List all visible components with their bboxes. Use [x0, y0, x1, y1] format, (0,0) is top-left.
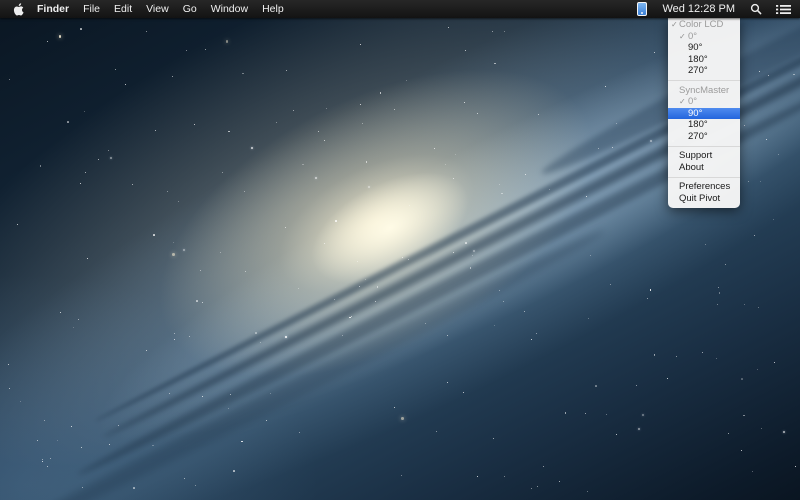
menu-item-color-lcd-270deg[interactable]: 270° — [668, 65, 740, 77]
menu-item-display-color-lcd: ✓Color LCD — [668, 19, 740, 31]
menubar-right: Wed 12:28 PM — [630, 0, 800, 18]
menubar-app-finder[interactable]: Finder — [30, 0, 76, 18]
menu-item-quit-pivot[interactable]: Quit Pivot — [668, 193, 740, 205]
menu-item-label: 270° — [688, 65, 708, 76]
apple-icon — [13, 3, 24, 16]
menubar-item-help[interactable]: Help — [255, 0, 291, 18]
menu-item-label: 0° — [688, 96, 697, 107]
menu-item-display-syncmaster: SyncMaster — [668, 85, 740, 97]
checkmark-icon: ✓ — [679, 31, 686, 43]
clock-menu-extra[interactable]: Wed 12:28 PM — [654, 0, 743, 18]
menu-item-color-lcd-180deg[interactable]: 180° — [668, 54, 740, 66]
menu-item-label: Preferences — [679, 181, 730, 192]
notification-center-menu-extra[interactable] — [769, 0, 800, 18]
menu-bar: Finder FileEditViewGoWindowHelp Wed 12:2… — [0, 0, 800, 18]
checkmark-icon: ✓ — [671, 19, 678, 31]
menu-item-syncmaster-270deg[interactable]: 270° — [668, 131, 740, 143]
menu-item-label: 180° — [688, 119, 708, 130]
menu-item-about[interactable]: About — [668, 162, 740, 174]
pivot-display-icon — [637, 2, 647, 16]
menu-item-label: SyncMaster — [679, 85, 729, 96]
search-icon — [750, 3, 762, 15]
desktop: Finder FileEditViewGoWindowHelp Wed 12:2… — [0, 0, 800, 500]
menu-item-label: Support — [679, 150, 712, 161]
notification-list-icon — [776, 4, 791, 15]
menu-separator — [668, 146, 740, 147]
menu-item-color-lcd-90deg[interactable]: 90° — [668, 42, 740, 54]
menu-separator — [668, 177, 740, 178]
checkmark-icon: ✓ — [679, 96, 686, 108]
menubar-item-file[interactable]: File — [76, 0, 107, 18]
pivot-dropdown-menu: ✓Color LCD✓0°90°180°270°SyncMaster✓0°90°… — [668, 18, 740, 208]
menu-item-label: 90° — [688, 42, 702, 53]
menu-item-label: 270° — [688, 131, 708, 142]
menu-item-color-lcd-0deg: ✓0° — [668, 31, 740, 43]
menu-item-label: 90° — [688, 108, 702, 119]
menu-item-label: Color LCD — [679, 19, 723, 30]
menubar-item-window[interactable]: Window — [204, 0, 255, 18]
menu-item-label: 0° — [688, 31, 697, 42]
menu-item-label: Quit Pivot — [679, 193, 720, 204]
menu-item-preferences[interactable]: Preferences — [668, 181, 740, 193]
menu-item-syncmaster-0deg: ✓0° — [668, 96, 740, 108]
menubar-left: Finder FileEditViewGoWindowHelp — [0, 0, 291, 18]
menu-item-syncmaster-90deg[interactable]: 90° — [668, 108, 740, 120]
spotlight-menu-extra[interactable] — [743, 0, 769, 18]
pivot-menu-extra[interactable] — [630, 0, 654, 18]
menu-item-label: 180° — [688, 54, 708, 65]
menu-item-support[interactable]: Support — [668, 150, 740, 162]
menu-separator — [668, 80, 740, 81]
menubar-item-go[interactable]: Go — [176, 0, 204, 18]
menubar-item-view[interactable]: View — [139, 0, 176, 18]
apple-menu[interactable] — [0, 0, 30, 18]
menu-item-syncmaster-180deg[interactable]: 180° — [668, 119, 740, 131]
menubar-item-edit[interactable]: Edit — [107, 0, 139, 18]
menu-item-label: About — [679, 162, 704, 173]
